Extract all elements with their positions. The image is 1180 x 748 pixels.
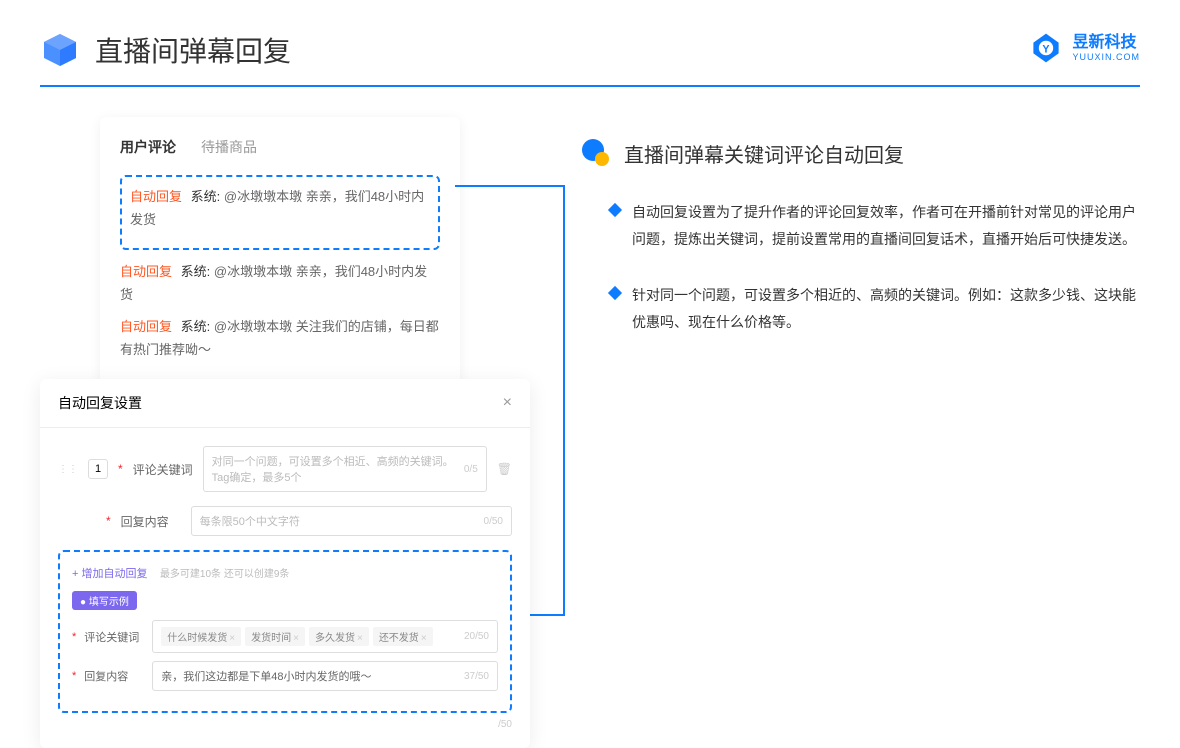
connector-line	[563, 185, 565, 615]
tab-user-comments[interactable]: 用户评论	[120, 137, 176, 157]
diamond-bullet-icon	[608, 286, 622, 300]
system-label: 系统:	[181, 264, 211, 279]
system-label: 系统:	[181, 319, 211, 334]
drag-handle-icon[interactable]: ⋮⋮	[58, 464, 78, 475]
settings-title: 自动回复设置	[58, 393, 142, 413]
outer-count: /50	[58, 719, 512, 730]
example-highlight-box: + 增加自动回复 最多可建10条 还可以创建9条 ● 填写示例 * 评论关键词 …	[58, 550, 512, 713]
brand-logo: Y 昱新科技 YUUXIN.COM	[1028, 30, 1140, 66]
close-icon[interactable]: ×	[503, 394, 512, 412]
chat-bubble-icon	[580, 137, 612, 169]
page-title: 直播间弹幕回复	[95, 30, 291, 70]
required-star: *	[106, 514, 111, 528]
logo-text-en: YUUXIN.COM	[1072, 53, 1140, 62]
content-input[interactable]: 每条限50个中文字符 0/50	[191, 506, 512, 536]
keyword-tag[interactable]: 还不发货×	[373, 627, 433, 646]
add-auto-reply-link[interactable]: + 增加自动回复	[72, 565, 147, 581]
keyword-tag[interactable]: 多久发货×	[309, 627, 369, 646]
keyword-label: 评论关键词	[133, 461, 193, 478]
bullet-item: 自动回复设置为了提升作者的评论回复效率，作者可在开播前针对常见的评论用户问题，提…	[610, 199, 1140, 252]
auto-reply-badge: 自动回复	[120, 319, 172, 334]
ex-keyword-input[interactable]: 什么时候发货× 发货时间× 多久发货× 还不发货× 20/50	[152, 620, 498, 653]
ex-keyword-label: 评论关键词	[84, 629, 144, 645]
connector-line	[455, 185, 565, 187]
ex-content-input[interactable]: 亲，我们这边都是下单48小时内发货的哦～ 37/50	[152, 661, 498, 691]
row-number: 1	[88, 459, 108, 479]
logo-icon: Y	[1028, 30, 1064, 66]
auto-reply-badge: 自动回复	[130, 189, 182, 204]
section-title: 直播间弹幕关键词评论自动回复	[624, 139, 904, 168]
diamond-bullet-icon	[608, 203, 622, 217]
content-label: 回复内容	[121, 513, 181, 530]
delete-icon[interactable]: 🗑	[497, 462, 512, 476]
keyword-tag[interactable]: 什么时候发货×	[161, 627, 241, 646]
cube-icon	[40, 30, 80, 70]
required-star: *	[118, 462, 123, 476]
highlighted-comment: 自动回复 系统: @冰墩墩本墩 亲亲，我们48小时内发货	[120, 175, 440, 250]
keyword-tag[interactable]: 发货时间×	[245, 627, 305, 646]
system-label: 系统:	[191, 189, 221, 204]
example-badge: ● 填写示例	[72, 591, 137, 610]
header-divider	[40, 85, 1140, 87]
auto-reply-settings-panel: 自动回复设置 × ⋮⋮ 1 * 评论关键词 对同一个问题，可设置多个相近、高频的…	[40, 379, 530, 748]
comments-card: 用户评论 待播商品 自动回复 系统: @冰墩墩本墩 亲亲，我们48小时内发货 自…	[100, 117, 460, 389]
svg-text:Y: Y	[1043, 44, 1051, 56]
tab-pending-products[interactable]: 待播商品	[201, 137, 257, 157]
add-hint: 最多可建10条 还可以创建9条	[160, 569, 289, 580]
ex-content-label: 回复内容	[84, 668, 144, 684]
auto-reply-badge: 自动回复	[120, 264, 172, 279]
keyword-input[interactable]: 对同一个问题，可设置多个相近、高频的关键词。Tag确定，最多5个 0/5	[203, 446, 487, 492]
logo-text-cn: 昱新科技	[1072, 35, 1140, 51]
bullet-item: 针对同一个问题，可设置多个相近的、高频的关键词。例如：这款多少钱、这块能优惠吗、…	[610, 282, 1140, 335]
